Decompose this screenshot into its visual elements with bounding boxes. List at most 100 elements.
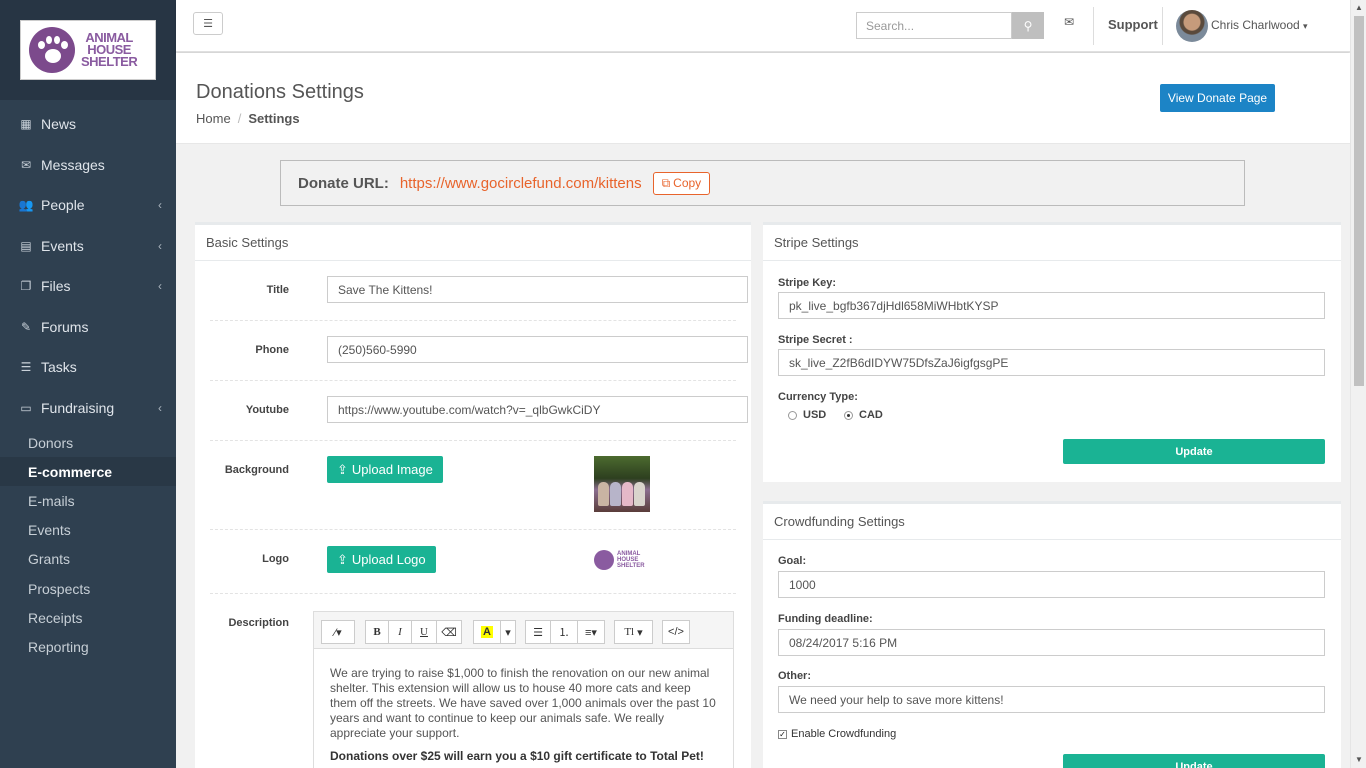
brand-logo[interactable]: ANIMAL HOUSE SHELTER (20, 20, 156, 80)
submenu-item-reporting[interactable]: Reporting (0, 632, 176, 661)
sidebar-item-fundraising[interactable]: ▭ Fundraising ‹ (0, 388, 176, 429)
scroll-down-icon[interactable]: ▼ (1354, 755, 1364, 764)
phone-label: Phone (255, 344, 289, 356)
background-thumbnail (594, 456, 650, 512)
bold-button[interactable]: B (365, 620, 389, 644)
align-icon: ≡▾ (585, 626, 597, 639)
submenu-item-emails[interactable]: E-mails (0, 486, 176, 515)
submenu-item-donors[interactable]: Donors (0, 428, 176, 457)
code-icon: </> (668, 626, 684, 638)
description-paragraph: We are trying to raise $1,000 to finish … (330, 666, 716, 740)
search-input[interactable]: Search... (856, 12, 1012, 39)
description-label: Description (228, 617, 289, 629)
enable-crowdfunding-label: Enable Crowdfunding (791, 728, 897, 740)
paw-icon (594, 550, 614, 570)
other-input[interactable]: We need your help to save more kittens! (778, 686, 1325, 713)
stripe-key-input[interactable]: pk_live_bgfb367djHdl658MiWHbtKYSP (778, 292, 1325, 319)
youtube-label: Youtube (245, 404, 289, 416)
background-label: Background (224, 464, 289, 476)
avatar[interactable] (1176, 10, 1208, 42)
code-view-button[interactable]: </> (662, 620, 690, 644)
sidebar: ANIMAL HOUSE SHELTER ▦ News ✉ Messages 👥… (0, 0, 176, 768)
scrollbar-thumb[interactable] (1354, 16, 1364, 386)
color-dropdown-button[interactable]: ▾ (500, 620, 516, 644)
enable-crowdfunding-checkbox[interactable]: ✓ Enable Crowdfunding (778, 728, 896, 740)
submenu-item-grants[interactable]: Grants (0, 545, 176, 574)
sidebar-item-people[interactable]: 👥 People ‹ (0, 185, 176, 226)
breadcrumb-home[interactable]: Home (196, 111, 231, 126)
logo-row: Logo ⇪ Upload Logo ANIMAL HOUSE SHELTER (210, 530, 736, 594)
upload-icon: ⇪ (337, 461, 348, 477)
breadcrumb: Home / Settings (196, 111, 300, 126)
sidebar-item-news[interactable]: ▦ News (0, 104, 176, 145)
sidebar-item-label: Messages (41, 156, 105, 173)
view-donate-page-button[interactable]: View Donate Page (1160, 84, 1275, 112)
scroll-up-icon[interactable]: ▲ (1354, 3, 1364, 12)
upload-logo-button[interactable]: ⇪ Upload Logo (327, 546, 436, 573)
search-button[interactable]: ⚲ (1012, 12, 1044, 39)
stripe-settings-panel: Stripe Settings Stripe Key: pk_live_bgfb… (763, 222, 1341, 482)
highlight-color-button[interactable]: A (473, 620, 501, 644)
upload-image-button[interactable]: ⇪ Upload Image (327, 456, 443, 483)
sidebar-item-events[interactable]: ▤ Events ‹ (0, 226, 176, 267)
funding-deadline-label: Funding deadline: (778, 613, 873, 625)
donate-url-link[interactable]: https://www.gocirclefund.com/kittens (400, 175, 642, 192)
panel-title: Stripe Settings (763, 225, 1341, 261)
currency-usd-radio[interactable]: USD (788, 409, 826, 421)
breadcrumb-current: Settings (248, 111, 300, 126)
submenu-item-receipts[interactable]: Receipts (0, 603, 176, 632)
eraser-button[interactable]: ⌫ (436, 620, 462, 644)
search-icon: ⚲ (1023, 18, 1033, 33)
submenu-item-prospects[interactable]: Prospects (0, 574, 176, 603)
paragraph-align-button[interactable]: ≡▾ (577, 620, 605, 644)
title-input[interactable]: Save The Kittens! (327, 276, 748, 303)
sidebar-item-files[interactable]: ❐ Files ‹ (0, 266, 176, 307)
fundraising-submenu: Donors E-commerce E-mails Events Grants … (0, 428, 176, 662)
sidebar-item-label: People (41, 197, 85, 214)
magic-style-button[interactable]: ⁄▾ (321, 620, 355, 644)
goal-input[interactable]: 1000 (778, 571, 1325, 598)
submenu-item-ecommerce[interactable]: E-commerce (0, 457, 176, 487)
underline-button[interactable]: U (411, 620, 437, 644)
crowdfunding-update-button[interactable]: Update (1063, 754, 1325, 768)
divider (1162, 7, 1163, 45)
submenu-item-events[interactable]: Events (0, 516, 176, 545)
currency-type-label: Currency Type: (778, 391, 858, 403)
editor-content[interactable]: We are trying to raise $1,000 to finish … (314, 649, 733, 768)
currency-cad-radio[interactable]: CAD (844, 409, 883, 421)
highlight-icon: A (481, 626, 493, 638)
crowdfunding-settings-panel: Crowdfunding Settings Goal: 1000 Funding… (763, 501, 1341, 768)
page-scrollbar[interactable]: ▲ ▼ (1350, 0, 1366, 768)
funding-deadline-input[interactable]: 08/24/2017 5:16 PM (778, 629, 1325, 656)
description-editor: ⁄▾ B I U ⌫ A ▾ ☰ ⒈ ≡▾ Tl ▾ </> We are tr… (313, 611, 734, 768)
panel-title: Basic Settings (195, 225, 751, 261)
envelope-icon[interactable]: ✉ (1064, 15, 1074, 29)
stripe-secret-input[interactable]: sk_live_Z2fB6dIDYW75DfsZaJ6igfgsgPE (778, 349, 1325, 376)
ordered-list-button[interactable]: ⒈ (550, 620, 578, 644)
sidebar-item-label: Fundraising (41, 399, 115, 416)
italic-button[interactable]: I (388, 620, 412, 644)
tasks-icon: ☰ (20, 360, 32, 375)
youtube-input[interactable]: https://www.youtube.com/watch?v=_qlbGwkC… (327, 396, 748, 423)
sidebar-item-messages[interactable]: ✉ Messages (0, 145, 176, 186)
sidebar-item-tasks[interactable]: ☰ Tasks (0, 347, 176, 388)
support-link[interactable]: Support (1108, 17, 1158, 32)
user-name: Chris Charlwood (1211, 18, 1300, 32)
phone-input[interactable]: (250)560-5990 (327, 336, 748, 363)
unordered-list-button[interactable]: ☰ (525, 620, 551, 644)
stripe-update-button[interactable]: Update (1063, 439, 1325, 464)
list-icon: ☰ (533, 626, 543, 639)
user-menu[interactable]: Chris Charlwood ▾ (1211, 18, 1308, 32)
editor-toolbar: ⁄▾ B I U ⌫ A ▾ ☰ ⒈ ≡▾ Tl ▾ </> (314, 612, 733, 649)
menu-toggle-button[interactable]: ☰ (193, 12, 223, 35)
mini-logo-text: ANIMAL HOUSE SHELTER (617, 551, 645, 569)
description-bold-paragraph: Donations over $25 will earn you a $10 g… (330, 749, 704, 763)
files-icon: ❐ (20, 279, 32, 294)
sidebar-item-forums[interactable]: ✎ Forums (0, 307, 176, 348)
goal-label: Goal: (778, 555, 807, 567)
sidebar-item-label: Forums (41, 318, 89, 335)
copy-button[interactable]: ⧉ Copy (652, 171, 711, 195)
upload-logo-label: Upload Logo (351, 552, 426, 567)
font-size-button[interactable]: Tl ▾ (614, 620, 653, 644)
donate-url-label: Donate URL: (298, 174, 389, 192)
